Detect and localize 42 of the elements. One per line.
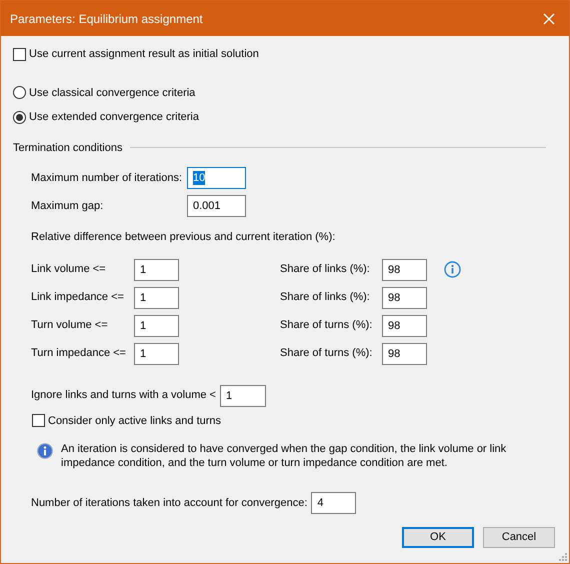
field-label: Maximum number of iterations: — [31, 170, 183, 186]
field-label: Turn volume <= — [31, 318, 109, 334]
field-label: Link impedance <= — [31, 290, 125, 306]
radio-label: Use extended convergence criteria — [29, 110, 199, 125]
checkbox[interactable] — [32, 414, 45, 428]
radio-button[interactable] — [13, 110, 26, 124]
close-icon — [543, 12, 555, 24]
field-label: Share of turns (%): — [280, 346, 374, 362]
input-field[interactable]: 98 — [382, 258, 427, 280]
checkbox-label: Consider only active links and turns — [48, 414, 222, 428]
field-label: Share of turns (%): — [280, 318, 374, 334]
dialog-button[interactable]: Cancel — [483, 527, 555, 548]
radio-button[interactable] — [13, 86, 26, 100]
input-field[interactable]: 1 — [220, 384, 266, 406]
input-field[interactable]: 4 — [311, 492, 356, 514]
input-field[interactable]: 1 — [134, 314, 179, 336]
checkbox-label: Use current assignment result as initial solution — [29, 47, 259, 62]
section-title: Termination conditions — [13, 140, 122, 156]
field-label: Ignore links and turns with a volume < — [31, 388, 216, 404]
field-label: Turn impedance <= — [31, 346, 127, 362]
section-heading: Relative difference between previous and current iteration (%): — [31, 230, 336, 245]
field-label: Share of links (%): — [280, 290, 371, 306]
field-label: Maximum gap: — [31, 198, 104, 214]
input-field[interactable]: 98 — [382, 314, 427, 336]
resize-grip-icon[interactable] — [559, 553, 567, 561]
info-note: An iteration is considered to have converged when the gap condition, the link volume or link impedance condition, and the turn volume or turn impedance condition are met. — [61, 442, 508, 470]
dialog-button[interactable]: OK — [402, 527, 474, 548]
info-icon — [37, 443, 53, 459]
field-label: Number of iterations taken into account for convergence: — [31, 496, 308, 511]
input-field[interactable]: 0.001 — [187, 195, 246, 217]
input-field[interactable]: 98 — [382, 286, 427, 308]
input-field[interactable]: 10 — [187, 167, 246, 189]
info-icon[interactable] — [444, 261, 461, 278]
input-field[interactable]: 1 — [134, 258, 179, 280]
radio-label: Use classical convergence criteria — [29, 86, 196, 100]
window-title: Parameters: Equilibrium assignment — [10, 10, 203, 28]
field-label: Share of links (%): — [280, 262, 371, 278]
field-label: Link volume <= — [31, 262, 107, 278]
checkbox[interactable] — [13, 48, 26, 61]
input-field[interactable]: 1 — [134, 286, 179, 308]
input-field[interactable]: 1 — [134, 342, 179, 364]
input-field[interactable]: 98 — [382, 342, 427, 364]
